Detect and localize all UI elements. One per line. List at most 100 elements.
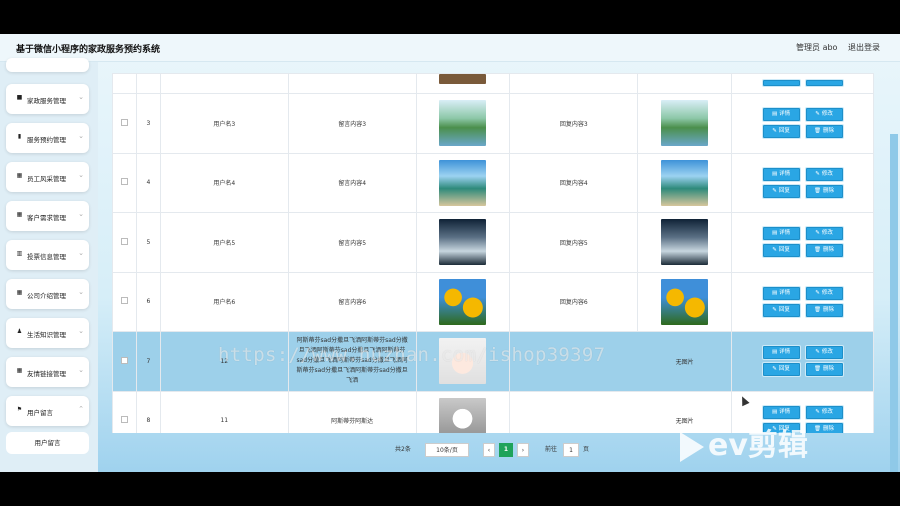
detail-icon: ▤ bbox=[771, 289, 778, 296]
trash-icon: 🗑 bbox=[814, 425, 822, 432]
chart-icon: ▮ bbox=[17, 133, 22, 140]
detail-button[interactable]: ▤ 详情 bbox=[762, 286, 800, 300]
edit-button[interactable]: ✎ 修改 bbox=[805, 286, 843, 300]
row-image bbox=[439, 159, 487, 206]
prev-page-button[interactable]: ‹ bbox=[483, 443, 495, 457]
delete-button[interactable]: 🗑 删除 bbox=[805, 244, 843, 258]
logo-text: ev剪辑 bbox=[708, 428, 808, 463]
reply-icon: ✎ bbox=[772, 366, 777, 373]
row-username: 11 bbox=[159, 390, 289, 433]
reply-button[interactable]: ✎ 回复 bbox=[762, 125, 800, 139]
row-checkbox[interactable] bbox=[120, 356, 128, 364]
reply-button[interactable]: ✎ 回复 bbox=[762, 363, 800, 377]
row-username: 用户名6 bbox=[159, 271, 289, 332]
reply-icon: ✎ bbox=[772, 128, 777, 135]
delete-button[interactable]: 🗑 删除 bbox=[805, 303, 843, 317]
edit-icon: ✎ bbox=[815, 349, 820, 356]
reply-icon: ✎ bbox=[772, 187, 777, 194]
row-index: 4 bbox=[135, 152, 161, 213]
row-reply-image bbox=[661, 219, 709, 266]
table-row: 4 用户名4 留言内容4 回复内容4 ▤ 详情 ✎ 修改 ✎ 回复 🗑 删除 bbox=[112, 152, 874, 213]
row-image bbox=[439, 278, 487, 325]
detail-icon: ▤ bbox=[771, 170, 778, 177]
edit-button[interactable]: ✎ 修改 bbox=[805, 167, 843, 181]
sidebar-item-company[interactable]: ▦ 公司介绍管理 ⌄ bbox=[6, 279, 89, 309]
trash-icon: 🗑 bbox=[814, 306, 822, 313]
reply-button[interactable]: ✎ 回复 bbox=[762, 184, 800, 198]
grid-icon: ▦ bbox=[16, 172, 23, 179]
grid-icon: ▦ bbox=[16, 289, 23, 296]
edit-button-partial[interactable] bbox=[762, 79, 800, 86]
play-icon bbox=[680, 431, 704, 462]
trash-icon: 🗑 bbox=[814, 187, 822, 194]
chevron-down-icon: ⌄ bbox=[78, 249, 84, 257]
detail-button[interactable]: ▤ 详情 bbox=[762, 227, 800, 241]
delete-button[interactable]: 🗑 删除 bbox=[805, 363, 843, 377]
row-reply-image bbox=[661, 159, 709, 206]
table-row: 6 用户名6 留言内容6 回复内容6 ▤ 详情 ✎ 修改 ✎ 回复 🗑 删除 bbox=[112, 271, 874, 332]
reply-button[interactable]: ✎ 回复 bbox=[762, 303, 800, 317]
chevron-down-icon: ⌄ bbox=[78, 132, 84, 140]
delete-button[interactable]: 🗑 删除 bbox=[805, 422, 843, 433]
row-reply: 回复内容6 bbox=[509, 271, 639, 332]
message-table: 3 用户名3 留言内容3 回复内容3 ▤ 详情 ✎ 修改 ✎ 回复 🗑 删除 4 用户名4 留言内容4 回复内… bbox=[112, 73, 874, 433]
ev-editor-logo: ev剪辑 bbox=[680, 420, 808, 464]
sidebar-item-label: 客户需求管理 bbox=[27, 214, 66, 222]
sidebar-item-demand[interactable]: ▦ 客户需求管理 ⌄ bbox=[6, 201, 89, 231]
top-bar: 基于微信小程序的家政服务预约系统 管理员 abo 退出登录 bbox=[0, 34, 900, 62]
edit-button[interactable]: ✎ 修改 bbox=[805, 227, 843, 241]
goto-page-input[interactable]: 1 bbox=[563, 443, 579, 457]
detail-button[interactable]: ▤ 详情 bbox=[762, 346, 800, 360]
delete-button-partial[interactable] bbox=[805, 79, 843, 86]
sidebar: ■ 家政服务管理 ⌄ ▮ 服务预约管理 ⌄ ▦ 员工风采管理 ⌄ ▦ 客户需求管… bbox=[0, 58, 98, 472]
row-content: 留言内容4 bbox=[287, 152, 417, 213]
page-size-select[interactable]: 10条/页 bbox=[425, 443, 469, 457]
sidebar-item-housekeeping[interactable]: ■ 家政服务管理 ⌄ bbox=[6, 84, 89, 114]
app-screen: 基于微信小程序的家政服务预约系统 管理员 abo 退出登录 ■ 家政服务管理 ⌄… bbox=[0, 34, 900, 472]
chevron-down-icon: ⌄ bbox=[78, 93, 84, 101]
table-row: 5 用户名5 留言内容5 回复内容5 ▤ 详情 ✎ 修改 ✎ 回复 🗑 删除 bbox=[112, 212, 874, 273]
app-title: 基于微信小程序的家政服务预约系统 bbox=[16, 45, 161, 55]
sidebar-item-knowledge[interactable]: ♟ 生活知识管理 ⌄ bbox=[6, 318, 89, 348]
page-scrollbar[interactable] bbox=[890, 134, 898, 472]
sidebar-item-label: 投票信息管理 bbox=[27, 253, 66, 261]
chevron-up-icon: ⌃ bbox=[78, 405, 84, 413]
top-right-actions: 管理员 abo 退出登录 bbox=[788, 42, 880, 53]
delete-button[interactable]: 🗑 删除 bbox=[805, 125, 843, 139]
page-1-button[interactable]: 1 bbox=[499, 443, 513, 457]
row-index: 3 bbox=[135, 93, 161, 154]
reply-button[interactable]: ✎ 回复 bbox=[762, 244, 800, 258]
grid-icon: ▦ bbox=[16, 367, 23, 374]
sidebar-item-messages[interactable]: ⚑ 用户留言 ⌃ bbox=[6, 396, 89, 426]
row-checkbox[interactable] bbox=[120, 416, 128, 424]
admin-label[interactable]: 管理员 abo bbox=[796, 43, 837, 52]
next-page-button[interactable]: › bbox=[517, 443, 529, 457]
row-reply: 回复内容3 bbox=[509, 93, 639, 154]
edit-button[interactable]: ✎ 修改 bbox=[805, 346, 843, 360]
edit-button[interactable]: ✎ 修改 bbox=[805, 405, 843, 419]
row-checkbox[interactable] bbox=[120, 178, 128, 186]
sidebar-item-partial[interactable] bbox=[6, 58, 89, 72]
sidebar-item-label: 友情链接管理 bbox=[27, 370, 66, 378]
sidebar-subitem-messages[interactable]: 用户留言 bbox=[6, 432, 89, 454]
sidebar-item-staff[interactable]: ▦ 员工风采管理 ⌄ bbox=[6, 162, 89, 192]
bar-icon: ▥ bbox=[16, 250, 23, 257]
detail-button[interactable]: ▤ 详情 bbox=[762, 167, 800, 181]
row-image bbox=[439, 397, 487, 433]
row-checkbox[interactable] bbox=[120, 237, 128, 245]
sidebar-item-vote[interactable]: ▥ 投票信息管理 ⌄ bbox=[6, 240, 89, 270]
row-checkbox[interactable] bbox=[120, 118, 128, 126]
row-index: 7 bbox=[135, 331, 161, 392]
row-checkbox[interactable] bbox=[120, 297, 128, 305]
detail-button[interactable]: ▤ 详情 bbox=[762, 108, 800, 122]
detail-button[interactable]: ▤ 详情 bbox=[762, 405, 800, 419]
detail-icon: ▤ bbox=[771, 230, 778, 237]
sidebar-item-label: 生活知识管理 bbox=[27, 331, 66, 339]
sidebar-item-links[interactable]: ▦ 友情链接管理 ⌄ bbox=[6, 357, 89, 387]
logout-button[interactable]: 退出登录 bbox=[848, 43, 880, 52]
trash-icon: 🗑 bbox=[814, 366, 822, 373]
trash-icon: 🗑 bbox=[814, 247, 822, 254]
edit-button[interactable]: ✎ 修改 bbox=[805, 108, 843, 122]
delete-button[interactable]: 🗑 删除 bbox=[805, 184, 843, 198]
sidebar-item-booking[interactable]: ▮ 服务预约管理 ⌄ bbox=[6, 123, 89, 153]
